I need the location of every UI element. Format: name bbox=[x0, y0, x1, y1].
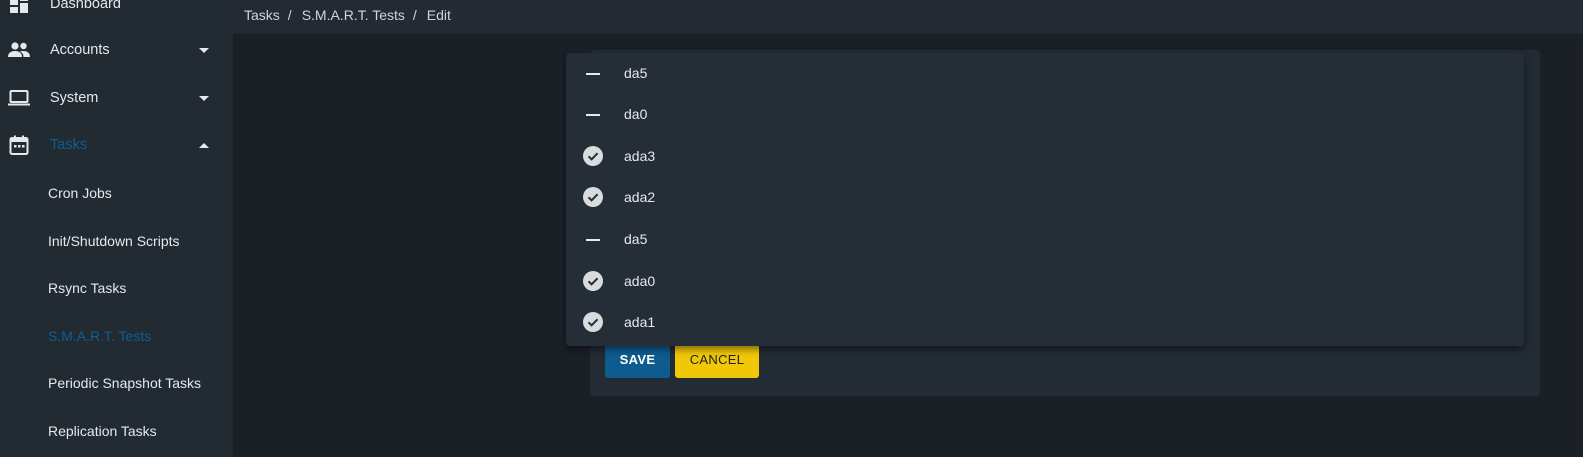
sidebar-subitem-label: Init/Shutdown Scripts bbox=[48, 233, 180, 249]
checked-circle-icon bbox=[583, 312, 603, 332]
disk-option-label: ada3 bbox=[624, 148, 656, 164]
breadcrumb: Tasks / S.M.A.R.T. Tests / Edit bbox=[244, 7, 451, 23]
sidebar-subitem-label: Cron Jobs bbox=[48, 185, 112, 201]
disk-option[interactable]: ada3 bbox=[566, 136, 1524, 177]
breadcrumb-separator: / bbox=[287, 7, 292, 23]
top-bar: Tasks / S.M.A.R.T. Tests / Edit bbox=[233, 0, 1583, 35]
sidebar-subitem-smart-tests[interactable]: S.M.A.R.T. Tests bbox=[0, 313, 233, 359]
sidebar-subitem-label: Replication Tasks bbox=[48, 423, 157, 439]
disk-option[interactable]: ada1 bbox=[566, 302, 1524, 343]
disk-option-label: ada2 bbox=[624, 189, 656, 205]
indeterminate-icon bbox=[586, 73, 600, 75]
sidebar-item-accounts[interactable]: Accounts bbox=[0, 27, 233, 73]
sidebar-item-tasks[interactable]: Tasks bbox=[0, 122, 233, 168]
breadcrumb-item-smart-tests[interactable]: S.M.A.R.T. Tests bbox=[302, 7, 405, 23]
disk-option-label: da5 bbox=[624, 65, 648, 81]
disk-option[interactable]: da5 bbox=[566, 53, 1524, 94]
sidebar-subitem-replication-tasks[interactable]: Replication Tasks bbox=[0, 408, 233, 454]
sidebar-subitem-cron-jobs[interactable]: Cron Jobs bbox=[0, 170, 233, 216]
checked-circle-icon bbox=[583, 187, 603, 207]
breadcrumb-item-tasks[interactable]: Tasks bbox=[244, 7, 280, 23]
indeterminate-icon bbox=[586, 114, 600, 116]
sidebar-item-label: System bbox=[50, 90, 99, 106]
disk-option[interactable]: da0 bbox=[566, 94, 1524, 135]
sidebar-subitem-label: Periodic Snapshot Tasks bbox=[48, 375, 202, 391]
sidebar-subitem-label: S.M.A.R.T. Tests bbox=[48, 328, 152, 344]
sidebar-item-label: Dashboard bbox=[50, 0, 121, 12]
laptop-icon bbox=[7, 86, 31, 110]
calendar-icon bbox=[7, 133, 31, 157]
breadcrumb-separator: / bbox=[412, 7, 417, 23]
dashboard-icon bbox=[7, 0, 31, 16]
disk-option[interactable]: ada2 bbox=[566, 177, 1524, 218]
sidebar-subitem-rsync-tasks[interactable]: Rsync Tasks bbox=[0, 265, 233, 311]
people-icon bbox=[7, 38, 31, 62]
sidebar-item-dashboard[interactable]: Dashboard bbox=[0, 0, 233, 27]
disk-option[interactable]: ada0 bbox=[566, 261, 1524, 302]
chevron-up-icon bbox=[199, 142, 209, 148]
sidebar: Dashboard Accounts System Tasks Cron Job… bbox=[0, 0, 233, 457]
disks-dropdown-panel: da5 da0 ada3 ada2 da5 ada0 ada1 bbox=[566, 53, 1524, 346]
checked-circle-icon bbox=[583, 271, 603, 291]
sidebar-item-label: Accounts bbox=[50, 42, 110, 58]
disk-option[interactable]: da5 bbox=[566, 219, 1524, 260]
sidebar-item-system[interactable]: System bbox=[0, 75, 233, 121]
breadcrumb-item-edit: Edit bbox=[426, 7, 451, 23]
indeterminate-icon bbox=[586, 239, 600, 241]
chevron-down-icon bbox=[199, 47, 209, 53]
disk-option-label: ada1 bbox=[624, 314, 656, 330]
checked-circle-icon bbox=[583, 146, 603, 166]
sidebar-subitem-label: Rsync Tasks bbox=[48, 280, 127, 296]
disk-option-label: da0 bbox=[624, 106, 648, 122]
disk-option-label: da5 bbox=[624, 231, 648, 247]
chevron-down-icon bbox=[199, 95, 209, 101]
sidebar-subitem-init-shutdown-scripts[interactable]: Init/Shutdown Scripts bbox=[0, 218, 233, 264]
sidebar-item-label: Tasks bbox=[50, 137, 88, 153]
disk-option-label: ada0 bbox=[624, 273, 656, 289]
sidebar-subitem-periodic-snapshot-tasks[interactable]: Periodic Snapshot Tasks bbox=[0, 360, 233, 406]
